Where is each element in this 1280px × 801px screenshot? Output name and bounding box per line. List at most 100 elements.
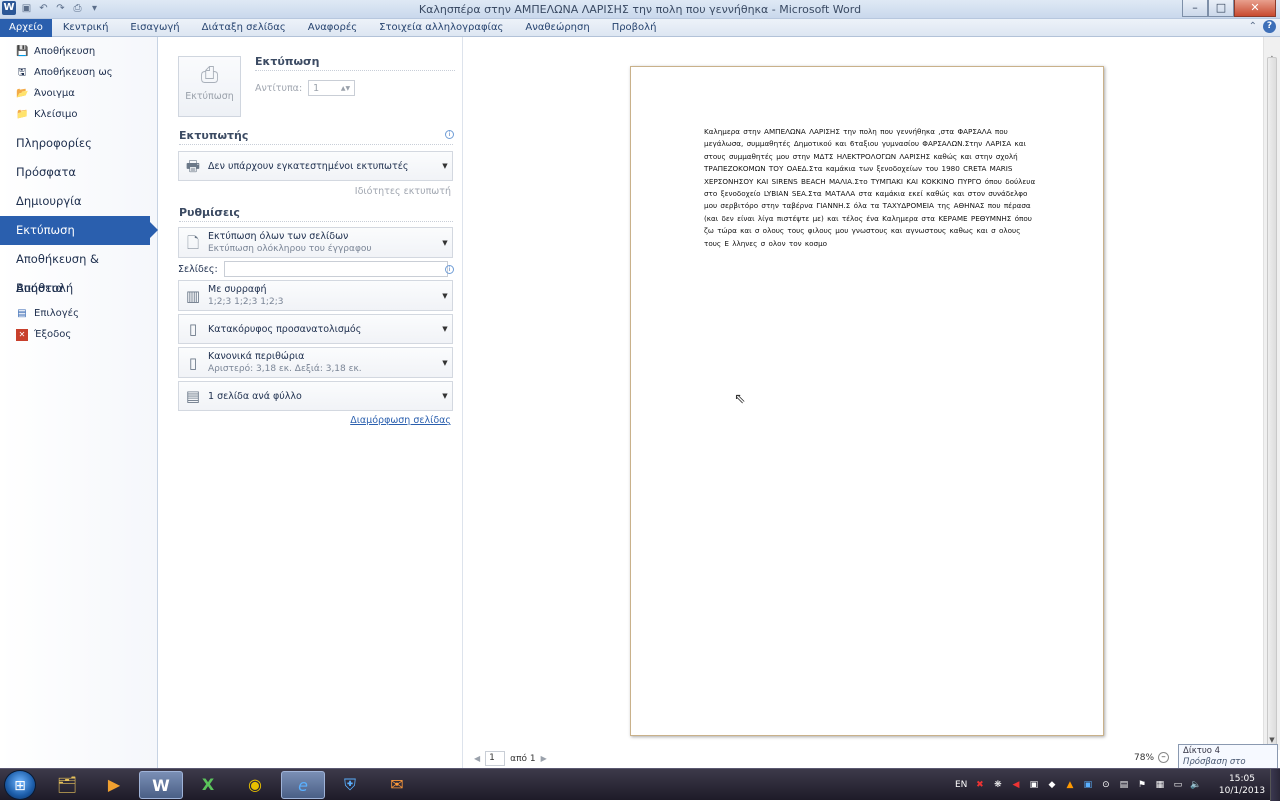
excel-app[interactable]: X (186, 771, 230, 799)
backstage-open[interactable]: 📂 Άνοιγμα (0, 83, 157, 104)
orientation-dropdown[interactable]: ▯ Κατακόρυφος προσανατολισμός ▼ (178, 314, 453, 344)
tray-app-icon[interactable]: ▣ (1082, 780, 1093, 791)
minimize-button[interactable]: – (1182, 0, 1208, 17)
tab-file[interactable]: Αρχείο (0, 18, 52, 37)
options-icon: ▤ (17, 307, 27, 319)
word-app[interactable]: W (139, 771, 183, 799)
collate-dropdown[interactable]: ▥ Με συρραφή 1;2;3 1;2;3 1;2;3 ▼ (178, 280, 453, 311)
backstage-options[interactable]: ▤ Επιλογές (0, 303, 157, 324)
close-button[interactable]: ✕ (1234, 0, 1276, 17)
printer-dropdown[interactable]: 🖶 Δεν υπάρχουν εγκατεστημένοι εκτυπωτές … (178, 151, 453, 181)
tab-references[interactable]: Αναφορές (297, 19, 368, 37)
backstage-info[interactable]: Πληροφορίες (0, 129, 157, 158)
chrome-app[interactable]: ◉ (233, 771, 277, 799)
zoom-level[interactable]: 78% (1134, 753, 1154, 763)
zoom-out-icon[interactable]: – (1158, 752, 1170, 763)
ribbon-tabs: Αρχείο Κεντρική Εισαγωγή Διάταξη σελίδας… (0, 18, 1280, 37)
mail-app[interactable]: ✉ (375, 771, 419, 799)
chevron-down-icon: ▼ (442, 291, 448, 300)
printer-properties-link[interactable]: Ιδιότητες εκτυπωτή (355, 186, 451, 197)
divider (179, 221, 453, 222)
document-text: Καλημερα στην ΑΜΠΕΛΩΝΑ ΛΑΡΙΣΗΣ την πολη … (704, 127, 1036, 248)
volume-icon[interactable]: 🔈 (1190, 780, 1201, 791)
backstage-close[interactable]: 📁 Κλείσιμο (0, 104, 157, 125)
taskbar: ⊞ 🗂 ▶ W X ◉ e ⛨ ✉ EN ✖ ❋ ◀ ▣ ◆ ▲ ▣ ⊙ ▤ ⚑… (0, 768, 1280, 801)
backstage-help[interactable]: Βοήθεια (0, 274, 157, 303)
backstage-recent[interactable]: Πρόσφατα (0, 158, 157, 187)
spinner-icon[interactable]: ▲▼ (341, 85, 350, 92)
security-app[interactable]: ⛨ (328, 771, 372, 799)
print-preview: Καλημερα στην ΑΜΠΕΛΩΝΑ ΛΑΡΙΣΗΣ την πολη … (464, 37, 1263, 750)
backstage-new[interactable]: Δημιουργία (0, 187, 157, 216)
help-icon[interactable]: ? (1263, 20, 1276, 33)
copies-input[interactable]: 1 ▲▼ (308, 80, 356, 96)
explorer-app[interactable]: 🗂 (45, 771, 89, 799)
portrait-icon: ▯ (188, 320, 198, 338)
start-button[interactable]: ⊞ (4, 770, 36, 800)
printer-heading: Εκτυπωτής (179, 129, 249, 142)
backstage-save-send[interactable]: Αποθήκευση & Αποστολή (0, 245, 157, 295)
tray-app-icon[interactable]: ▲ (1064, 780, 1075, 791)
mouse-cursor-icon: ⇖ (734, 391, 746, 407)
page-count: από 1 (510, 753, 536, 764)
save-icon: 💾 (16, 45, 29, 57)
print-heading: Εκτύπωση (255, 55, 320, 68)
tray-app-icon[interactable]: ❋ (992, 780, 1003, 791)
info-icon[interactable]: i (445, 265, 454, 274)
sheet-icon: ▤ (185, 387, 201, 405)
zoom-control: 78% – (1134, 752, 1170, 763)
tray-app-icon[interactable]: ▤ (1118, 780, 1129, 791)
next-page-icon[interactable]: ▶ (541, 754, 547, 763)
tray-app-icon[interactable]: ◀ (1010, 780, 1021, 791)
maximize-button[interactable]: □ (1208, 0, 1234, 17)
ie-app[interactable]: e (281, 771, 325, 799)
flag-icon[interactable]: ⚑ (1136, 780, 1147, 791)
vertical-scrollbar[interactable]: ▲ ▼ (1263, 37, 1280, 750)
divider (179, 144, 453, 145)
chevron-down-icon: ▼ (442, 358, 448, 367)
ribbon-collapse-icon[interactable]: ⌃ (1249, 21, 1257, 32)
backstage-print[interactable]: Εκτύπωση (0, 216, 158, 245)
title-bar: W ▣ ↶ ↷ ⎙ ▾ Καλησπέρα στην ΑΜΠΕΛΩΝΑ ΛΑΡΙ… (0, 0, 1280, 19)
clock[interactable]: 15:05 10/1/2013 (1216, 773, 1268, 797)
pages-icon: 🗋 (186, 233, 200, 252)
tab-review[interactable]: Αναθεώρηση (514, 19, 600, 37)
exit-icon: ✕ (16, 328, 28, 341)
tray-app-icon[interactable]: ▣ (1028, 780, 1039, 791)
backstage-exit[interactable]: ✕ Έξοδος (0, 324, 157, 345)
previous-page-icon[interactable]: ◀ (474, 754, 480, 763)
pages-per-sheet-dropdown[interactable]: ▤ 1 σελίδα ανά φύλλο ▼ (178, 381, 453, 411)
page-setup-link[interactable]: Διαμόρφωση σελίδας (350, 415, 451, 426)
tab-insert[interactable]: Εισαγωγή (119, 19, 190, 37)
window-controls: – □ ✕ (1182, 0, 1276, 17)
backstage-save-as[interactable]: 🖫 Αποθήκευση ως (0, 62, 157, 83)
tray-app-icon[interactable]: ✖ (974, 780, 985, 791)
preview-page: Καλημερα στην ΑΜΠΕΛΩΝΑ ΛΑΡΙΣΗΣ την πολη … (630, 66, 1104, 736)
print-range-dropdown[interactable]: 🗋 Εκτύπωση όλων των σελίδων Εκτύπωση ολόκ… (178, 227, 453, 258)
network-icon[interactable]: ▭ (1172, 780, 1183, 791)
tab-view[interactable]: Προβολή (601, 19, 668, 37)
tray-app-icon[interactable]: ⊙ (1100, 780, 1111, 791)
page-navigator: ◀ 1 από 1 ▶ (474, 751, 547, 766)
margins-icon: ▯ (188, 353, 198, 372)
chevron-down-icon: ▼ (442, 392, 448, 400)
tab-mailings[interactable]: Στοιχεία αλληλογραφίας (368, 19, 514, 37)
collate-icon: ▥ (185, 286, 201, 305)
language-indicator[interactable]: EN (955, 780, 967, 790)
printer-icon: 🖶 (185, 157, 201, 175)
show-desktop-button[interactable] (1270, 769, 1280, 801)
backstage-save[interactable]: 💾 Αποθήκευση (0, 41, 157, 62)
tab-page-layout[interactable]: Διάταξη σελίδας (191, 19, 297, 37)
tab-home[interactable]: Κεντρική (52, 19, 120, 37)
margins-dropdown[interactable]: ▯ Κανονικά περιθώρια Αριστερό: 3,18 εκ. Δ… (178, 347, 453, 378)
scroll-thumb[interactable] (1267, 57, 1277, 747)
pages-input[interactable] (223, 261, 448, 277)
tray-app-icon[interactable]: ◆ (1046, 780, 1057, 791)
settings-heading: Ρυθμίσεις (179, 206, 240, 219)
print-button[interactable]: ⎙ Εκτύπωση (178, 56, 241, 117)
page-number-input[interactable]: 1 (485, 751, 506, 766)
info-icon[interactable]: i (445, 130, 454, 139)
media-player-app[interactable]: ▶ (92, 771, 136, 799)
save-as-icon: 🖫 (17, 66, 27, 78)
tray-app-icon[interactable]: ▦ (1154, 780, 1165, 791)
